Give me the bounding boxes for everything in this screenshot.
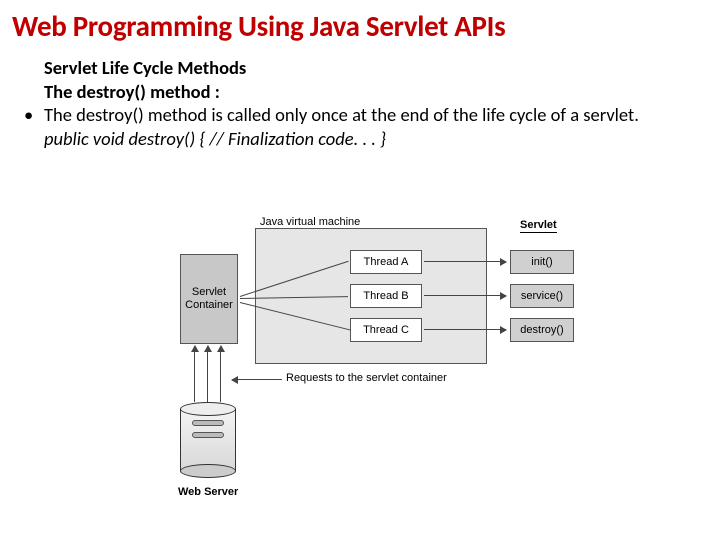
- arrow-thread-service: [424, 295, 506, 296]
- arrow-requests-label: [232, 379, 282, 380]
- servlet-container-box: Servlet Container: [180, 254, 238, 344]
- init-box: init(): [510, 250, 574, 274]
- thread-b-box: Thread B: [350, 284, 422, 308]
- label-web-server: Web Server: [178, 486, 238, 498]
- bullet-destroy-desc: The destroy() method is called only once…: [24, 103, 700, 127]
- label-requests: Requests to the servlet container: [286, 372, 447, 384]
- lifecycle-diagram: Java virtual machine Servlet Container T…: [180, 216, 610, 506]
- web-server-icon: [180, 402, 236, 482]
- arrow-request-1: [194, 346, 195, 402]
- label-jvm: Java virtual machine: [260, 216, 360, 228]
- arrow-request-3: [220, 346, 221, 402]
- slide-title: Web Programming Using Java Servlet APIs: [0, 0, 720, 50]
- thread-c-box: Thread C: [350, 318, 422, 342]
- destroy-box: destroy(): [510, 318, 574, 342]
- content-block: Servlet Life Cycle Methods The destroy()…: [0, 50, 720, 151]
- subheading-lifecycle: Servlet Life Cycle Methods: [44, 56, 700, 80]
- thread-a-box: Thread A: [350, 250, 422, 274]
- service-box: service(): [510, 284, 574, 308]
- arrow-thread-init: [424, 261, 506, 262]
- label-servlet: Servlet: [520, 219, 557, 233]
- arrow-thread-destroy: [424, 329, 506, 330]
- arrow-request-2: [207, 346, 208, 402]
- subheading-destroy: The destroy() method :: [44, 80, 700, 104]
- code-snippet: public void destroy() { // Finalization …: [44, 127, 700, 151]
